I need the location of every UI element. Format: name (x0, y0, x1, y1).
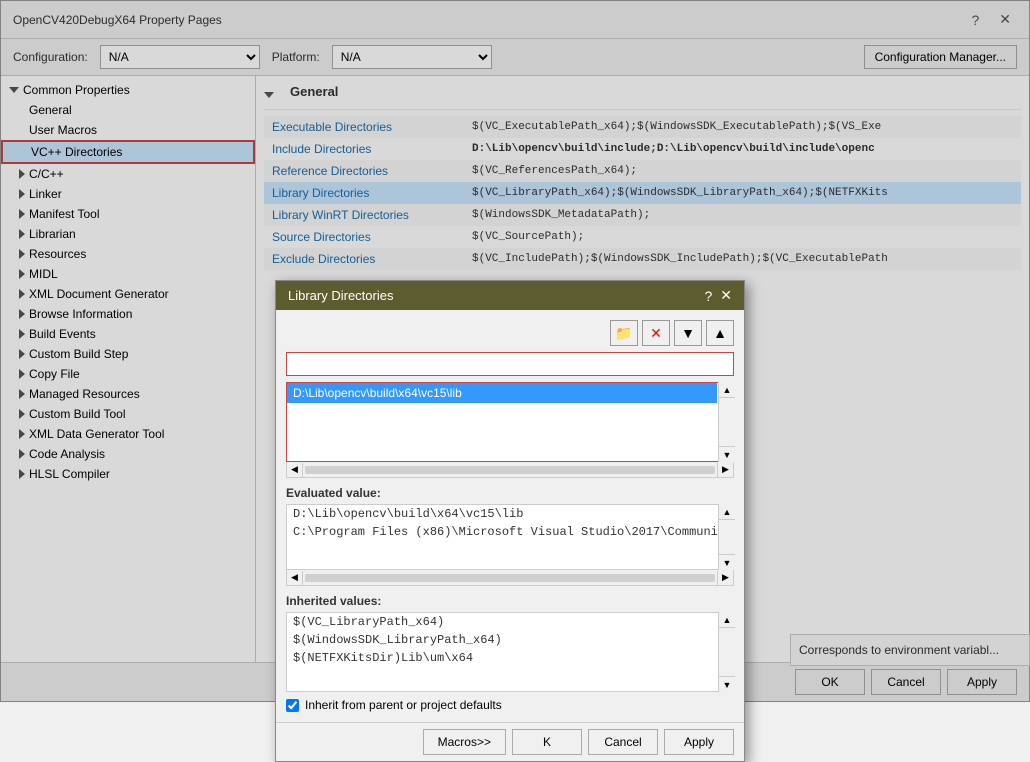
dialog-close-button[interactable]: ✕ (720, 287, 732, 304)
inherit-checkbox[interactable] (286, 699, 299, 712)
inherited-item: $(NETFXKitsDir)Lib\um\x64 (287, 649, 717, 667)
dialog-ok-button[interactable]: K (512, 729, 582, 755)
evaluated-hscrollbar: ◀ ▶ (286, 570, 734, 586)
dialog-list-container: D:\Lib\opencv\build\x64\vc15\lib ▲ ▼ (286, 382, 734, 462)
evaluated-list: D:\Lib\opencv\build\x64\vc15\lib C:\Prog… (286, 504, 734, 570)
eval-scroll-left[interactable]: ◀ (287, 571, 303, 585)
dialog-move-up-button[interactable]: ▲ (706, 320, 734, 346)
arrow-down-icon: ▼ (681, 325, 695, 341)
dialog-help-button[interactable]: ? (704, 288, 712, 304)
evaluated-item: D:\Lib\opencv\build\x64\vc15\lib (287, 505, 717, 523)
eval-scroll-down[interactable]: ▼ (719, 554, 735, 570)
dialog-path-input[interactable] (286, 352, 734, 376)
folder-icon: 📁 (615, 325, 632, 342)
dialog-input-row (286, 352, 734, 376)
scroll-right-btn[interactable]: ▶ (717, 463, 733, 477)
dialog-folder-button[interactable]: 📁 (610, 320, 638, 346)
inherited-vscrollbar: ▲ ▼ (718, 612, 734, 692)
inherit-checkbox-row: Inherit from parent or project defaults (286, 698, 734, 712)
evaluated-vscrollbar: ▲ ▼ (718, 504, 734, 570)
dialog-body: 📁 ✕ ▼ ▲ D:\Lib\opencv\build\x64\vc (276, 310, 744, 722)
dialog-title-controls: ? ✕ (704, 287, 732, 304)
dialog-vscrollbar: ▲ ▼ (718, 382, 734, 462)
dialog-footer: Macros>> K Cancel Apply (276, 722, 744, 761)
evaluated-label: Evaluated value: (286, 486, 734, 500)
dialog-delete-button[interactable]: ✕ (642, 320, 670, 346)
dialog-apply-button[interactable]: Apply (664, 729, 734, 755)
dialog-move-down-button[interactable]: ▼ (674, 320, 702, 346)
eval-scroll-right[interactable]: ▶ (717, 571, 733, 585)
scroll-down-btn[interactable]: ▼ (719, 446, 735, 462)
eval-scroll-up[interactable]: ▲ (719, 504, 735, 520)
evaluated-container: D:\Lib\opencv\build\x64\vc15\lib C:\Prog… (286, 504, 734, 570)
dialog-title-bar: Library Directories ? ✕ (276, 281, 744, 310)
inh-scroll-up[interactable]: ▲ (719, 612, 735, 628)
inherit-checkbox-label: Inherit from parent or project defaults (305, 698, 502, 712)
dialog-toolbar: 📁 ✕ ▼ ▲ (286, 320, 734, 346)
inherited-item: $(VC_LibraryPath_x64) (287, 613, 717, 631)
dialog-overlay: Library Directories ? ✕ 📁 ✕ ▼ ▲ (0, 0, 1030, 702)
dialog-list[interactable]: D:\Lib\opencv\build\x64\vc15\lib (286, 382, 734, 462)
scroll-up-btn[interactable]: ▲ (719, 382, 735, 398)
dialog-hscrollbar: ◀ ▶ (286, 462, 734, 478)
delete-icon: ✕ (650, 325, 662, 342)
list-item[interactable]: D:\Lib\opencv\build\x64\vc15\lib (287, 383, 717, 403)
inh-scroll-down[interactable]: ▼ (719, 676, 735, 692)
inherited-list: $(VC_LibraryPath_x64) $(WindowsSDK_Libra… (286, 612, 734, 692)
eval-hscroll-thumb (305, 574, 715, 582)
arrow-up-icon: ▲ (713, 325, 727, 341)
hscroll-thumb (305, 466, 715, 474)
scroll-left-btn[interactable]: ◀ (287, 463, 303, 477)
inherited-item: $(WindowsSDK_LibraryPath_x64) (287, 631, 717, 649)
list-item[interactable] (287, 403, 717, 423)
dialog-title-text: Library Directories (288, 288, 393, 303)
inherited-label: Inherited values: (286, 594, 734, 608)
dialog-macros-button[interactable]: Macros>> (423, 729, 506, 755)
library-directories-dialog: Library Directories ? ✕ 📁 ✕ ▼ ▲ (275, 280, 745, 762)
evaluated-item: C:\Program Files (x86)\Microsoft Visual … (287, 523, 717, 541)
dialog-cancel-button[interactable]: Cancel (588, 729, 658, 755)
inherited-container: $(VC_LibraryPath_x64) $(WindowsSDK_Libra… (286, 612, 734, 692)
